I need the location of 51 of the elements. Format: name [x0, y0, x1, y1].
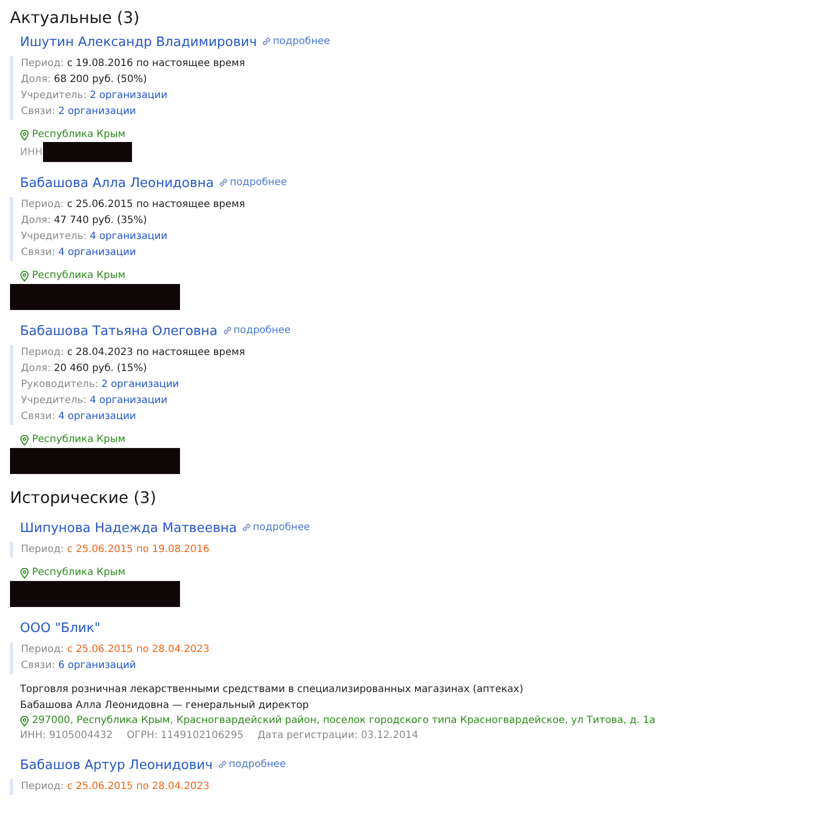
detail-line: Период: с 25.06.2015 по 28.04.2023	[21, 780, 210, 794]
detail-line: Связи: 2 организации	[21, 105, 137, 119]
location-pin-icon	[20, 434, 29, 446]
registry-code: Дата регистрации: 03.12.2014	[257, 729, 418, 743]
region-text: Республика Крым	[32, 128, 126, 142]
name-link[interactable]: Ишутин Александр Владимирович	[20, 35, 257, 50]
detail-line: Связи: 4 организации	[21, 246, 137, 260]
detail-line: Связи: 6 организаций	[21, 659, 137, 673]
details-link[interactable]: подробнее	[218, 759, 286, 770]
section-heading: Исторические (3)	[10, 488, 158, 507]
link-icon	[262, 37, 271, 46]
name-link[interactable]: Бабашов Артур Леонидович	[20, 758, 213, 773]
region-text: Республика Крым	[32, 433, 126, 447]
location-pin-icon	[20, 130, 29, 140]
details-link[interactable]: подробнее	[242, 522, 310, 533]
detail-line: Учредитель: 2 организации	[21, 89, 168, 103]
region-text: Республика Крым	[32, 269, 126, 283]
name-link[interactable]: Бабашова Татьяна Олеговна	[20, 324, 218, 339]
registry-code: ИНН: 9105004432	[20, 729, 113, 743]
detail-line: Период: с 25.06.2015 по 19.08.2016	[21, 543, 210, 557]
director-text: Бабашова Алла Леонидовна — генеральный директор	[19, 699, 310, 713]
details-link[interactable]: подробнее	[262, 36, 330, 47]
detail-line: Связи: 4 организации	[21, 410, 137, 424]
location-pin-icon	[20, 270, 29, 282]
detail-line: Доля: 20 460 руб. (15%)	[21, 362, 148, 376]
detail-line: Руководитель: 2 организации	[21, 378, 180, 392]
detail-line: Учредитель: 4 организации	[21, 394, 168, 408]
detail-line: Период: с 25.06.2015 по 28.04.2023	[21, 643, 210, 657]
detail-line: Доля: 47 740 руб. (35%)	[21, 214, 148, 228]
region-text: Республика Крым	[32, 566, 126, 580]
link-icon	[218, 760, 227, 769]
detail-line: Период: с 19.08.2016 по настоящее время	[21, 57, 246, 71]
name-link[interactable]: Бабашова Алла Леонидовна	[20, 176, 214, 191]
details-link[interactable]: подробнее	[222, 325, 291, 336]
name-link[interactable]: Шипунова Надежда Матвеевна	[20, 521, 237, 536]
link-icon	[242, 523, 251, 532]
detail-line: Период: с 28.04.2023 по настоящее время	[21, 346, 246, 360]
details-link[interactable]: подробнее	[218, 177, 287, 188]
section-heading: Актуальные (3)	[10, 8, 141, 27]
detail-line: Доля: 68 200 руб. (50%)	[21, 73, 148, 87]
link-icon	[222, 326, 232, 335]
name-link[interactable]: ООО "Блик"	[20, 621, 100, 636]
detail-line: Период: с 25.06.2015 по настоящее время	[21, 198, 246, 212]
link-icon	[218, 178, 228, 187]
activity-text: Торговля розничная лекарственными средствами в специализированных магазинах (аптеках)	[19, 683, 524, 697]
address-text: 297000, Республика Крым, Красногвардейский район, поселок городского типа Красногвардейское, ул Титова, д. 1а	[32, 714, 656, 728]
location-pin-icon	[20, 568, 29, 578]
location-pin-icon	[20, 716, 29, 726]
detail-line: Учредитель: 4 организации	[21, 230, 168, 244]
inn-label: ИНН	[20, 146, 43, 158]
registry-code: ОГРН: 1149102106295	[126, 729, 244, 743]
